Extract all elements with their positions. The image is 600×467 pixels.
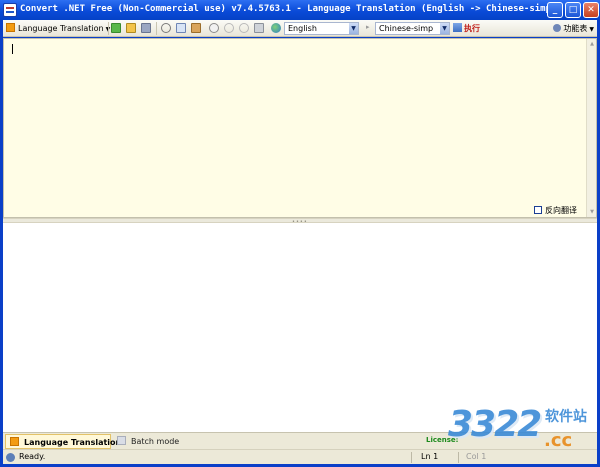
tab-label: Language Translation (24, 438, 122, 447)
save-icon[interactable] (141, 23, 151, 33)
arrow-right-icon: ▸ (366, 23, 370, 31)
tab-language-translation[interactable]: Language Translation (5, 434, 121, 449)
clear-icon[interactable] (209, 23, 219, 33)
source-language-value: English (288, 24, 317, 33)
tab-label: Batch mode (131, 437, 180, 446)
redo-icon[interactable] (239, 23, 249, 33)
functions-label: 功能表 (563, 24, 588, 33)
paste-icon[interactable] (191, 23, 201, 33)
scroll-up-icon[interactable]: ▲ (588, 40, 596, 48)
site-watermark: 3322 软件站 .cc (448, 396, 598, 466)
source-editor-scrollbar[interactable]: ▲ ▼ (586, 39, 596, 217)
batch-mode-icon (117, 436, 126, 445)
translation-mode-icon (10, 437, 19, 446)
globe-icon (271, 23, 281, 33)
minimize-button[interactable]: _ (547, 2, 563, 18)
open-folder-icon[interactable] (126, 23, 136, 33)
watermark-cn-text: 软件站 (545, 409, 587, 425)
scroll-down-icon[interactable]: ▼ (588, 208, 596, 216)
maximize-button[interactable]: □ (565, 2, 581, 18)
mode-dropdown-button[interactable]: Language Translation▼ (6, 22, 110, 35)
title-bar[interactable]: Convert .NET Free (Non-Commercial use) v… (0, 0, 600, 20)
undo-icon[interactable] (224, 23, 234, 33)
close-button[interactable]: ✕ (583, 2, 599, 18)
toolbar-separator (156, 22, 157, 35)
source-language-select[interactable]: English ▼ (284, 22, 359, 35)
execute-button[interactable]: 执行 (453, 22, 480, 35)
window-title: Convert .NET Free (Non-Commercial use) v… (20, 4, 557, 14)
chevron-down-icon[interactable]: ▼ (349, 23, 358, 34)
watermark-digits: 3322 (448, 404, 542, 445)
execute-icon (453, 23, 462, 32)
functions-menu-button[interactable]: 功能表 ▼ (553, 22, 594, 35)
toolbar-separator (108, 22, 109, 35)
checkbox-box[interactable] (534, 205, 542, 214)
reverse-translate-label: 反向翻译 (545, 206, 577, 215)
mode-label: Language Translation (18, 24, 104, 33)
status-line: Ln 1 (421, 452, 439, 461)
chevron-down-icon[interactable]: ▼ (440, 23, 449, 34)
main-toolbar: Language Translation▼ English ▼ ▸ Chines… (3, 20, 597, 37)
gear-icon (553, 23, 562, 32)
reverse-translate-checkbox[interactable]: 反向翻译 (534, 205, 577, 216)
app-window: Convert .NET Free (Non-Commercial use) v… (0, 0, 600, 467)
source-text-editor[interactable]: ▲ ▼ 反向翻译 (3, 38, 597, 218)
target-language-select[interactable]: Chinese-simp ▼ (375, 22, 450, 35)
app-icon[interactable] (3, 3, 17, 17)
tab-batch-mode[interactable]: Batch mode (113, 434, 193, 449)
watermark-domain: .cc (544, 430, 573, 451)
copy-icon[interactable] (176, 23, 186, 33)
new-document-icon[interactable] (111, 23, 121, 33)
text-caret (12, 44, 13, 54)
status-icon (6, 453, 15, 462)
chevron-down-icon: ▼ (589, 26, 594, 33)
status-separator (411, 452, 412, 463)
status-text: Ready. (19, 452, 46, 461)
cut-icon[interactable] (161, 23, 171, 33)
target-language-value: Chinese-simp (379, 24, 434, 33)
translation-mode-icon (6, 23, 15, 32)
keyboard-icon[interactable] (254, 23, 264, 33)
execute-label: 执行 (464, 24, 480, 33)
